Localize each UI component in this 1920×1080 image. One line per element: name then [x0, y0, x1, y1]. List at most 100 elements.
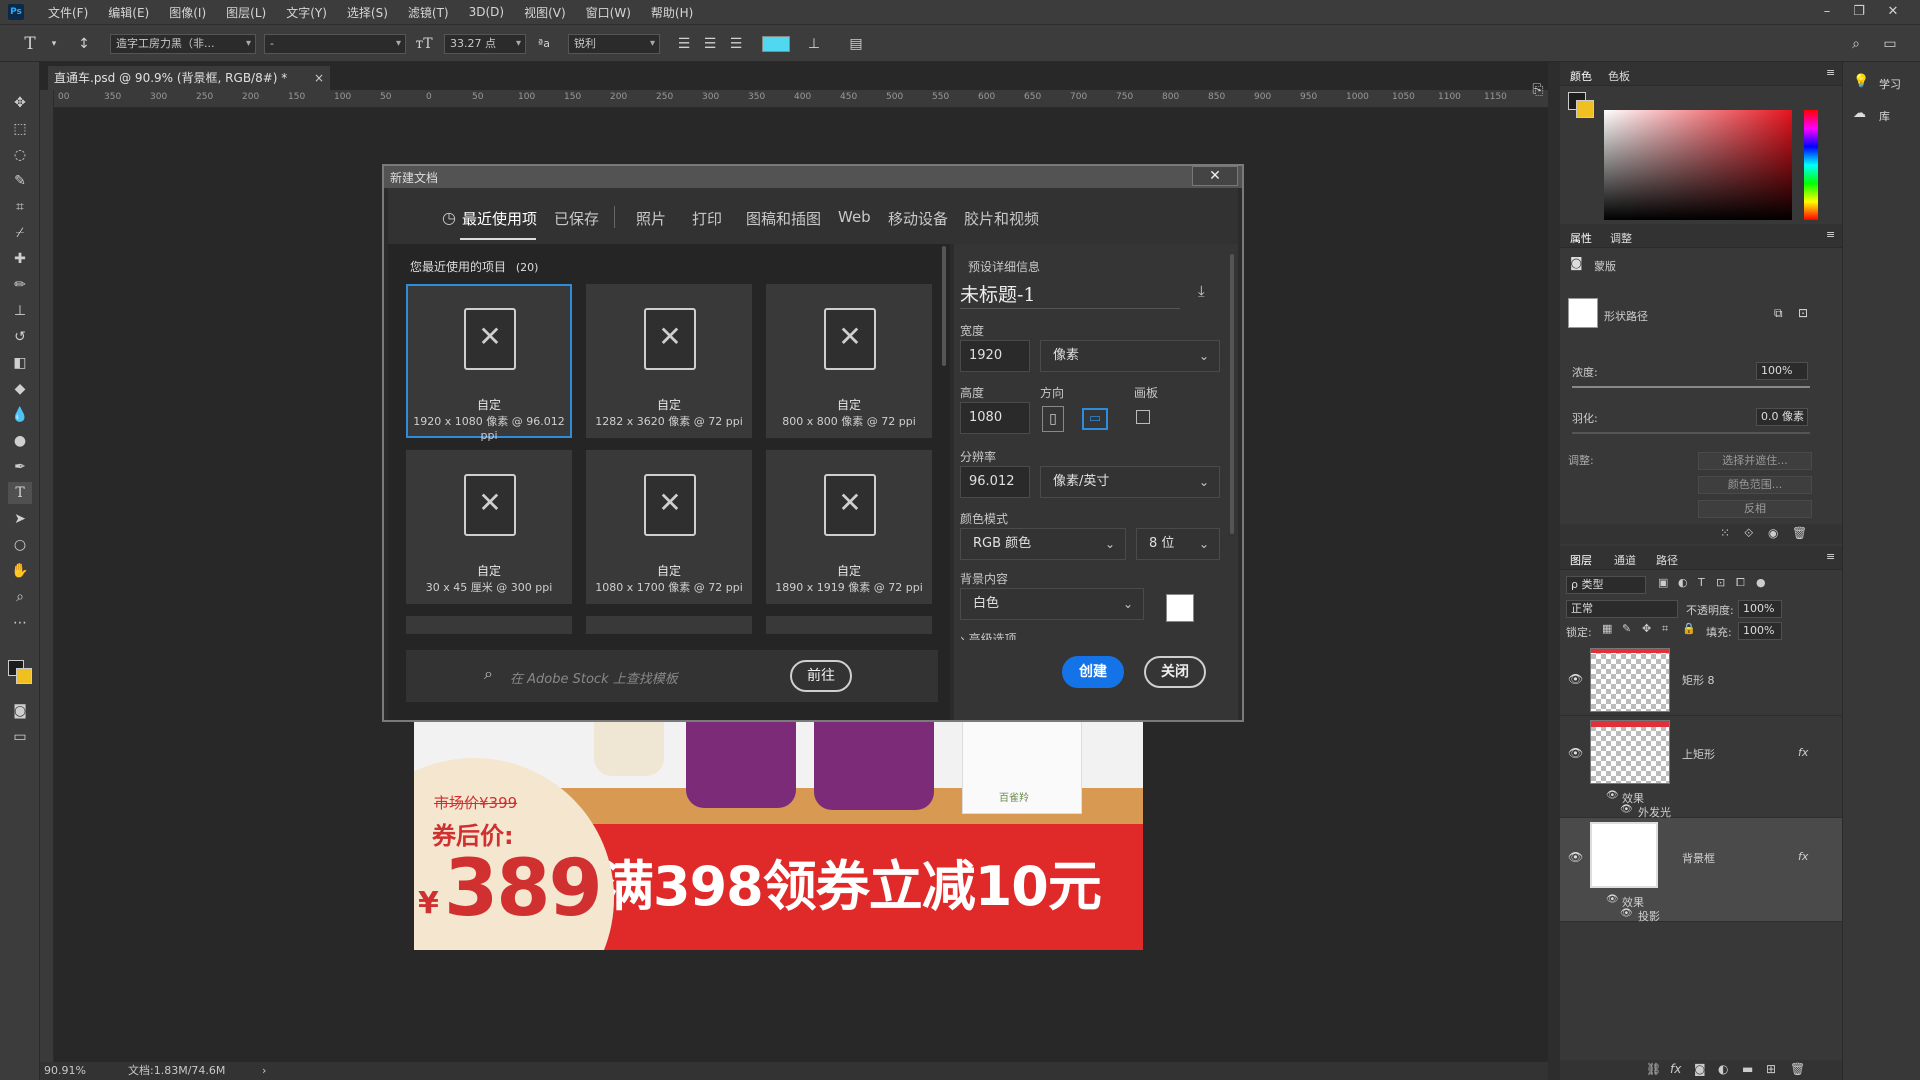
eye-icon[interactable]: 👁: [1568, 746, 1583, 760]
lasso-tool-icon[interactable]: ◌: [8, 144, 32, 166]
font-style-select[interactable]: - ▾: [264, 34, 406, 54]
height-input[interactable]: 1080: [960, 402, 1030, 434]
artboard-checkbox[interactable]: [1136, 410, 1150, 424]
eye-icon[interactable]: 👁: [1620, 804, 1633, 815]
menu-layer[interactable]: 图层(L): [216, 4, 276, 21]
zoom-level[interactable]: 90.91%: [44, 1062, 86, 1080]
fx-icon[interactable]: fx: [1798, 746, 1808, 759]
brush-tool-icon[interactable]: ✏: [8, 274, 32, 296]
type-tool-icon[interactable]: T: [20, 34, 40, 54]
delete-mask-icon[interactable]: 🗑: [1792, 526, 1807, 540]
tab-adjustments[interactable]: 调整: [1610, 230, 1632, 246]
add-style-icon[interactable]: fx: [1670, 1062, 1681, 1076]
layer-row-selected[interactable]: 👁 背景框 fx 👁 效果 👁 投影: [1560, 818, 1842, 924]
tab-layers[interactable]: 图层: [1570, 552, 1592, 568]
learn-label[interactable]: 学习: [1879, 76, 1901, 92]
new-group-icon[interactable]: ▬: [1742, 1062, 1753, 1076]
lock-pixels-icon[interactable]: ✎: [1622, 622, 1631, 635]
lock-position-icon[interactable]: ✥: [1642, 622, 1651, 635]
close-button[interactable]: 关闭: [1144, 656, 1206, 688]
width-input[interactable]: 1920: [960, 340, 1030, 372]
tab-film-video[interactable]: 胶片和视频: [964, 208, 1039, 229]
warp-text-icon[interactable]: ⊥: [804, 34, 824, 54]
go-button[interactable]: 前往: [790, 660, 852, 692]
tab-swatches[interactable]: 色板: [1608, 68, 1630, 84]
menu-filter[interactable]: 滤镜(T): [398, 4, 459, 21]
eraser-tool-icon[interactable]: ◧: [8, 352, 32, 374]
visibility-icon[interactable]: ◉: [1768, 526, 1778, 540]
vector-mask-icon[interactable]: ⧉: [1774, 306, 1783, 321]
blend-mode-select[interactable]: 正常: [1566, 600, 1678, 618]
effect-drop-shadow[interactable]: 投影: [1638, 908, 1660, 924]
marquee-tool-icon[interactable]: ⬚: [8, 118, 32, 140]
background-color-swatch[interactable]: [1576, 100, 1594, 118]
mask-thumbnail[interactable]: [1568, 298, 1598, 328]
eye-icon[interactable]: 👁: [1620, 908, 1633, 919]
type-tool-icon[interactable]: T: [8, 482, 32, 504]
eye-icon[interactable]: 👁: [1606, 894, 1619, 905]
color-field[interactable]: [1604, 110, 1792, 220]
preset-card[interactable]: ✕ 自定 1282 x 3620 像素 @ 72 ppi: [586, 284, 752, 438]
blur-tool-icon[interactable]: 💧: [8, 404, 32, 426]
density-slider[interactable]: [1572, 386, 1810, 388]
create-button[interactable]: 创建: [1062, 656, 1124, 688]
portrait-icon[interactable]: ▯: [1042, 406, 1064, 432]
tab-paths[interactable]: 路径: [1656, 552, 1678, 568]
background-color-swatch[interactable]: [1166, 594, 1194, 622]
preset-card[interactable]: ✕ 自定 1080 x 1700 像素 @ 72 ppi: [586, 450, 752, 604]
feather-input[interactable]: 0.0 像素: [1756, 408, 1808, 426]
resolution-input[interactable]: 96.012: [960, 466, 1030, 498]
fx-icon[interactable]: fx: [1798, 850, 1808, 863]
font-family-select[interactable]: 造字工房力黑（非... ▾: [110, 34, 256, 54]
dodge-tool-icon[interactable]: ●: [8, 430, 32, 452]
align-center-icon[interactable]: ☰: [700, 34, 720, 54]
filter-type-icon[interactable]: T: [1698, 576, 1705, 589]
font-size-select[interactable]: 33.27 点 ▾: [444, 34, 526, 54]
filter-pixel-icon[interactable]: ▣: [1658, 576, 1668, 589]
close-tab-icon[interactable]: ×: [314, 66, 324, 90]
align-left-icon[interactable]: ☰: [674, 34, 694, 54]
tab-print[interactable]: 打印: [692, 208, 722, 229]
preset-card[interactable]: ✕ 自定 1890 x 1919 像素 @ 72 ppi: [766, 450, 932, 604]
search-icon[interactable]: ⌕: [1846, 34, 1866, 54]
text-color-swatch[interactable]: [762, 36, 790, 52]
move-tool-icon[interactable]: ✥: [8, 92, 32, 114]
close-icon[interactable]: ✕: [1884, 3, 1902, 21]
menu-type[interactable]: 文字(Y): [276, 4, 337, 21]
layer-name[interactable]: 矩形 8: [1682, 672, 1715, 688]
stamp-tool-icon[interactable]: ⊥: [8, 300, 32, 322]
landscape-icon[interactable]: ▭: [1082, 408, 1108, 430]
tab-web[interactable]: Web: [838, 208, 871, 226]
preset-card[interactable]: ✕ 自定 800 x 800 像素 @ 72 ppi: [766, 284, 932, 438]
tab-mobile[interactable]: 移动设备: [888, 208, 948, 229]
stock-search-input[interactable]: 在 Adobe Stock 上查找模板: [510, 668, 678, 687]
add-mask-icon[interactable]: ◙: [1694, 1062, 1706, 1076]
document-tab[interactable]: 直通车.psd @ 90.9% (背景框, RGB/8#) * ×: [48, 66, 330, 90]
paint-bucket-icon[interactable]: ◆: [8, 378, 32, 400]
menu-select[interactable]: 选择(S): [337, 4, 398, 21]
tab-properties[interactable]: 属性: [1570, 230, 1592, 246]
chevron-down-icon[interactable]: ▾: [44, 34, 64, 54]
restore-icon[interactable]: ❐: [1850, 3, 1868, 21]
adjustment-layer-icon[interactable]: ◐: [1718, 1062, 1728, 1076]
character-panel-icon[interactable]: ▤: [846, 34, 866, 54]
filter-adjustment-icon[interactable]: ◐: [1678, 576, 1688, 589]
layer-filter-select[interactable]: ρ 类型: [1566, 576, 1646, 594]
preset-card[interactable]: ✕ 自定 30 x 45 厘米 @ 300 ppi: [406, 450, 572, 604]
width-unit-select[interactable]: 像素 ⌄: [1040, 340, 1220, 372]
menu-edit[interactable]: 编辑(E): [98, 4, 159, 21]
preset-card[interactable]: ✕ 自定 1920 x 1080 像素 @ 96.012 ppi: [406, 284, 572, 442]
filter-shape-icon[interactable]: ⊡: [1716, 576, 1725, 589]
layer-name[interactable]: 背景框: [1682, 850, 1715, 866]
lock-transparent-icon[interactable]: ▦: [1602, 622, 1612, 635]
zoom-tool-icon[interactable]: ⌕: [8, 586, 32, 608]
panel-menu-icon[interactable]: ≡: [1826, 228, 1835, 241]
invert-button[interactable]: 反相: [1698, 500, 1812, 518]
menu-help[interactable]: 帮助(H): [641, 4, 703, 21]
tab-saved[interactable]: 已保存: [554, 208, 599, 229]
workspace-icon[interactable]: ▭: [1880, 34, 1900, 54]
link-layers-icon[interactable]: ⛓: [1646, 1062, 1661, 1076]
menu-3d[interactable]: 3D(D): [459, 5, 514, 19]
filter-smart-icon[interactable]: ⧠: [1736, 576, 1745, 590]
crop-tool-icon[interactable]: ⌗: [8, 196, 32, 218]
